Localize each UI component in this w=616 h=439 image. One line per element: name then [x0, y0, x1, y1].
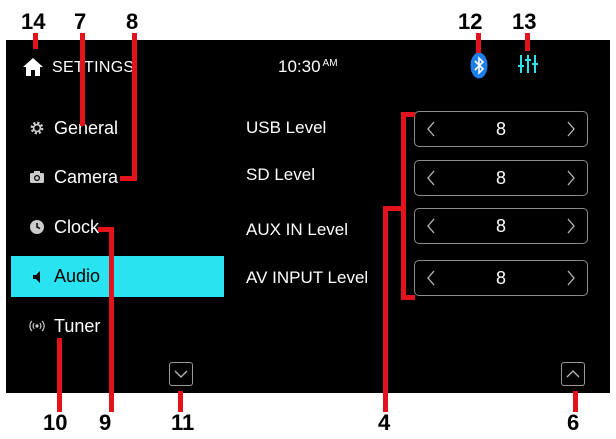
antenna-icon	[29, 320, 45, 332]
callout-7: 7	[74, 9, 87, 34]
callout-14: 14	[21, 9, 46, 34]
callout-bracket-4-top	[401, 112, 415, 117]
chevron-down-icon	[174, 370, 188, 378]
callout-bracket-4-bottom	[401, 295, 415, 300]
gear-icon	[30, 121, 44, 135]
increase-button[interactable]	[555, 261, 587, 295]
clock-display: 10:30 AM	[278, 57, 338, 77]
callout-line-4	[383, 206, 388, 412]
aux-in-level-value: 8	[495, 215, 506, 236]
scroll-down-button[interactable]	[169, 362, 193, 386]
callout-4: 4	[378, 410, 391, 435]
sd-level-stepper: 8	[414, 160, 588, 196]
chevron-left-icon	[427, 170, 435, 186]
speaker-icon	[33, 270, 40, 283]
decrease-button[interactable]	[415, 209, 447, 243]
callout-line-13	[525, 33, 530, 51]
home-icon[interactable]	[22, 57, 44, 77]
increase-button[interactable]	[555, 112, 587, 146]
callout-line-6	[573, 391, 578, 412]
time-value: 10:30	[278, 57, 321, 76]
equalizer-icon[interactable]	[517, 53, 539, 75]
sidebar-item-label: General	[54, 117, 119, 138]
callout-line-9b	[98, 227, 114, 232]
increase-button[interactable]	[555, 209, 587, 243]
chevron-left-icon	[427, 218, 435, 234]
time-ampm: AM	[322, 58, 338, 69]
sidebar-item-label: Tuner	[54, 315, 101, 336]
callout-11: 11	[171, 410, 195, 435]
decrease-button[interactable]	[415, 161, 447, 195]
callout-10: 10	[43, 410, 68, 435]
status-bar: SETTINGS 10:30 AM	[6, 40, 610, 90]
callout-line-8	[132, 33, 137, 181]
chevron-left-icon	[427, 270, 435, 286]
callout-line-14	[33, 33, 38, 49]
callout-line-10	[57, 338, 62, 412]
chevron-up-icon	[566, 370, 580, 378]
usb-level-label: USB Level	[246, 118, 327, 137]
chevron-right-icon	[567, 218, 575, 234]
sidebar-item-camera[interactable]: Camera	[11, 157, 224, 197]
callout-line-12	[476, 33, 481, 53]
callout-6: 6	[567, 410, 580, 435]
scroll-up-button[interactable]	[561, 362, 585, 386]
av-input-level-label: AV INPUT Level	[246, 268, 369, 287]
chevron-right-icon	[567, 121, 575, 137]
chevron-right-icon	[567, 170, 575, 186]
bluetooth-icon[interactable]	[470, 52, 488, 79]
callout-9: 9	[99, 410, 112, 435]
head-unit-screen: SETTINGS 10:30 AM General Camera Clock A…	[6, 40, 610, 393]
decrease-button[interactable]	[415, 261, 447, 295]
aux-in-level-stepper: 8	[414, 208, 588, 244]
callout-12: 12	[458, 9, 483, 34]
sidebar-item-label: Audio	[54, 266, 101, 286]
sidebar-item-general[interactable]: General	[11, 108, 224, 148]
decrease-button[interactable]	[415, 112, 447, 146]
callout-line-7	[80, 33, 85, 126]
sidebar-item-tuner[interactable]: Tuner	[11, 306, 224, 346]
callout-line-8b	[120, 176, 137, 181]
increase-button[interactable]	[555, 161, 587, 195]
sd-level-label: SD Level	[246, 165, 315, 184]
usb-level-stepper: 8	[414, 111, 588, 147]
camera-icon	[30, 171, 44, 183]
sidebar-item-label: Clock	[54, 216, 100, 237]
av-input-level-value: 8	[495, 267, 506, 288]
aux-in-level-label: AUX IN Level	[246, 220, 349, 239]
sd-level-value: 8	[495, 167, 506, 188]
usb-level-value: 8	[495, 118, 506, 139]
sidebar-item-label: Camera	[54, 166, 119, 187]
sidebar-item-clock[interactable]: Clock	[11, 207, 224, 247]
callout-line-11	[178, 391, 183, 412]
callout-line-4-mid	[383, 206, 403, 211]
chevron-left-icon	[427, 121, 435, 137]
page-title: SETTINGS	[52, 59, 135, 76]
chevron-right-icon	[567, 270, 575, 286]
callout-8: 8	[126, 9, 139, 34]
callout-line-9	[109, 228, 114, 412]
callout-13: 13	[512, 9, 537, 34]
clock-icon	[30, 220, 44, 234]
callout-bracket-4	[401, 112, 406, 300]
av-input-level-stepper: 8	[414, 260, 588, 296]
sidebar-item-audio[interactable]: Audio	[11, 256, 224, 297]
